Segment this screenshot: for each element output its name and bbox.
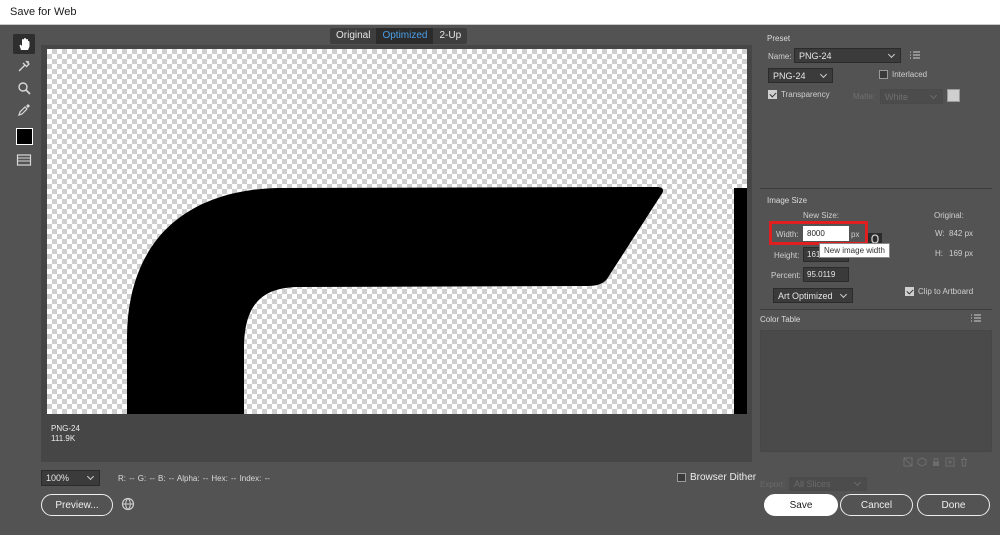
flyout-menu-icon <box>971 314 981 322</box>
image-size-section-title: Image Size <box>767 196 808 205</box>
original-size-label: Original: <box>934 211 964 220</box>
image-preview-canvas[interactable] <box>47 49 747 414</box>
color-table-actions <box>903 457 969 467</box>
chevron-down-icon <box>819 70 828 78</box>
browser-dither-option[interactable]: Browser Dither <box>677 472 756 483</box>
magnifier-icon <box>18 82 31 95</box>
hand-icon <box>19 38 30 50</box>
color-table-section-title: Color Table <box>760 315 801 324</box>
original-width-label: W: <box>935 229 945 238</box>
new-size-label: New Size: <box>803 211 840 220</box>
browser-dither-checkbox[interactable] <box>677 473 686 482</box>
slice-select-icon <box>18 60 30 72</box>
globe-icon <box>121 497 135 511</box>
export-slices-select[interactable]: All Slices <box>789 477 867 491</box>
transparency-option[interactable]: Transparency <box>768 90 830 99</box>
web-shift-cube-icon[interactable] <box>917 457 927 467</box>
tab-original[interactable]: Original <box>330 28 376 44</box>
chevron-down-icon <box>839 290 848 298</box>
clip-to-artboard-checkbox[interactable] <box>905 287 914 296</box>
artwork-shape <box>127 187 747 414</box>
resample-quality-value: Art Optimized <box>778 290 833 301</box>
toggle-slices-tool[interactable] <box>13 150 35 170</box>
file-format-value: PNG-24 <box>773 70 806 81</box>
width-tooltip: New image width <box>819 243 890 258</box>
chevron-down-icon <box>929 91 938 99</box>
tab-optimized[interactable]: Optimized <box>376 28 434 44</box>
transparency-checkbox[interactable] <box>768 90 777 99</box>
original-width-value: 842 px <box>949 229 974 238</box>
percent-label: Percent: <box>771 271 801 280</box>
percent-input[interactable]: 95.0119 <box>803 267 849 282</box>
slices-visibility-icon <box>16 154 32 166</box>
lock-icon[interactable] <box>931 457 941 467</box>
file-format-select[interactable]: PNG-24 <box>768 68 833 83</box>
preset-name-select[interactable]: PNG-24 <box>794 48 901 63</box>
matte-label: Matte: <box>853 92 876 101</box>
preset-name-label: Name: <box>768 52 792 61</box>
panel-divider <box>760 188 992 189</box>
save-button[interactable]: Save <box>764 494 838 516</box>
preview-button[interactable]: Preview... <box>41 494 113 516</box>
interlaced-label: Interlaced <box>892 70 928 79</box>
chevron-down-icon <box>887 50 896 58</box>
preview-format-info: PNG-24 111.9K <box>51 424 80 444</box>
preset-menu-button[interactable] <box>909 50 921 60</box>
preset-name-value: PNG-24 <box>799 50 832 61</box>
height-label: Height: <box>774 251 800 260</box>
export-label: Export: <box>760 480 786 489</box>
add-color-icon[interactable] <box>945 457 955 467</box>
window-title-bar: Save for Web <box>0 0 1000 25</box>
original-height-value: 169 px <box>949 249 974 258</box>
export-slices-value: All Slices <box>794 479 831 489</box>
clip-to-artboard-option[interactable]: Clip to Artboard <box>905 287 973 296</box>
clip-to-artboard-label: Clip to Artboard <box>918 287 974 296</box>
eyedropper-color-swatch[interactable] <box>16 128 33 145</box>
eyedropper-tool[interactable] <box>13 100 35 120</box>
browser-dither-label: Browser Dither <box>690 472 757 483</box>
original-height-label: H: <box>935 249 943 258</box>
preset-section-title: Preset <box>767 34 791 43</box>
zoom-level-value: 100% <box>46 473 70 483</box>
preview-file-size: 111.9K <box>51 434 76 443</box>
preview-in-browser-button[interactable] <box>121 497 135 513</box>
hand-tool[interactable] <box>13 34 35 54</box>
resample-quality-select[interactable]: Art Optimized <box>773 288 853 303</box>
zoom-tool[interactable] <box>13 78 35 98</box>
matte-value: White <box>885 91 909 102</box>
chevron-down-icon <box>853 478 862 487</box>
slice-select-tool[interactable] <box>13 56 35 76</box>
preview-format: PNG-24 <box>51 424 80 433</box>
map-transparent-icon[interactable] <box>903 457 913 467</box>
view-tabs: Original Optimized 2-Up <box>330 28 468 44</box>
transparency-label: Transparency <box>781 90 830 99</box>
trash-icon[interactable] <box>959 457 969 467</box>
window-title: Save for Web <box>10 6 77 18</box>
tab-2up[interactable]: 2-Up <box>433 28 467 44</box>
color-table-menu-button[interactable] <box>970 313 982 325</box>
color-table-grid[interactable] <box>760 330 992 452</box>
panel-divider <box>760 309 992 310</box>
eyedropper-icon <box>18 104 30 116</box>
done-button[interactable]: Done <box>917 494 990 516</box>
zoom-level-select[interactable]: 100% <box>41 470 100 486</box>
matte-color-swatch[interactable] <box>947 89 960 102</box>
chevron-down-icon <box>86 472 95 481</box>
color-readout: R: -- G: -- B: -- Alpha: -- Hex: -- Inde… <box>118 474 270 483</box>
flyout-menu-icon <box>910 51 920 59</box>
interlaced-option[interactable]: Interlaced <box>879 70 927 79</box>
width-field-highlight <box>769 221 868 245</box>
interlaced-checkbox[interactable] <box>879 70 888 79</box>
cancel-button[interactable]: Cancel <box>840 494 913 516</box>
matte-select[interactable]: White <box>880 89 943 104</box>
